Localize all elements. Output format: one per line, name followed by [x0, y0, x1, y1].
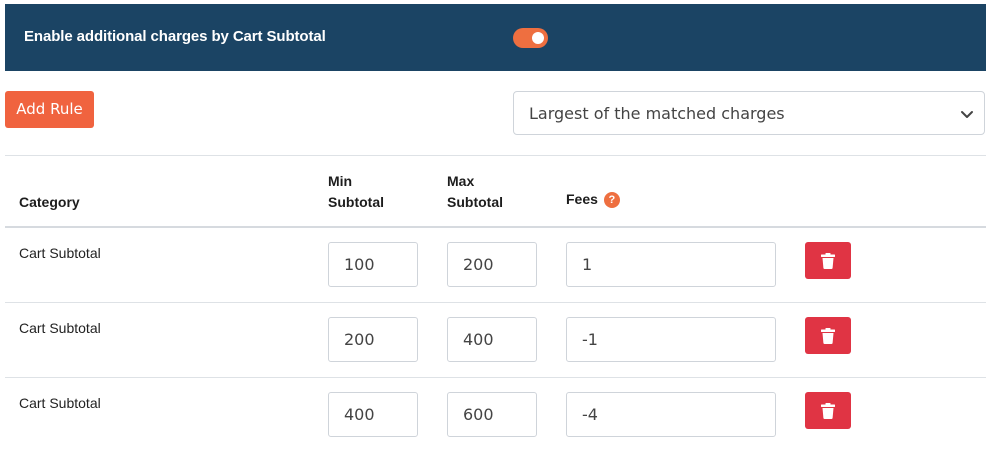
toggle-knob: [532, 32, 544, 44]
settings-banner: Enable additional charges by Cart Subtot…: [5, 4, 986, 71]
delete-rule-button[interactable]: [805, 317, 851, 354]
charge-mode-select[interactable]: Largest of the matched charges: [513, 91, 985, 135]
trash-icon: [821, 327, 835, 344]
max-subtotal-input[interactable]: [447, 317, 537, 362]
row-divider: [5, 302, 986, 303]
max-subtotal-input[interactable]: [447, 242, 537, 287]
min-subtotal-input[interactable]: [328, 317, 418, 362]
charge-mode-select-value: Largest of the matched charges: [529, 104, 785, 123]
divider: [5, 155, 986, 156]
row-divider: [5, 377, 986, 378]
row-category: Cart Subtotal: [19, 395, 101, 411]
fee-input[interactable]: [566, 392, 776, 437]
column-header-min-line1: Min: [328, 173, 353, 189]
column-header-max-subtotal: Max Subtotal: [447, 171, 503, 213]
header-divider: [5, 226, 986, 228]
row-category: Cart Subtotal: [19, 245, 101, 261]
enable-charges-toggle[interactable]: [513, 28, 548, 48]
fee-input[interactable]: [566, 317, 776, 362]
question-circle-icon[interactable]: ?: [603, 192, 620, 208]
column-header-fees-label: Fees: [566, 191, 598, 207]
fee-input[interactable]: [566, 242, 776, 287]
trash-icon: [821, 252, 835, 269]
column-header-fees: Fees?: [566, 189, 620, 210]
column-header-max-line1: Max: [447, 173, 475, 189]
min-subtotal-input[interactable]: [328, 392, 418, 437]
row-category: Cart Subtotal: [19, 320, 101, 336]
banner-title: Enable additional charges by Cart Subtot…: [24, 28, 326, 45]
min-subtotal-input[interactable]: [328, 242, 418, 287]
delete-rule-button[interactable]: [805, 392, 851, 429]
column-header-category: Category: [19, 194, 80, 210]
trash-icon: [821, 402, 835, 419]
max-subtotal-input[interactable]: [447, 392, 537, 437]
column-header-min-line2: Subtotal: [328, 194, 384, 210]
delete-rule-button[interactable]: [805, 242, 851, 279]
column-header-max-line2: Subtotal: [447, 194, 503, 210]
chevron-down-icon: [961, 111, 973, 118]
add-rule-button[interactable]: Add Rule: [5, 91, 94, 128]
column-header-min-subtotal: Min Subtotal: [328, 171, 384, 213]
